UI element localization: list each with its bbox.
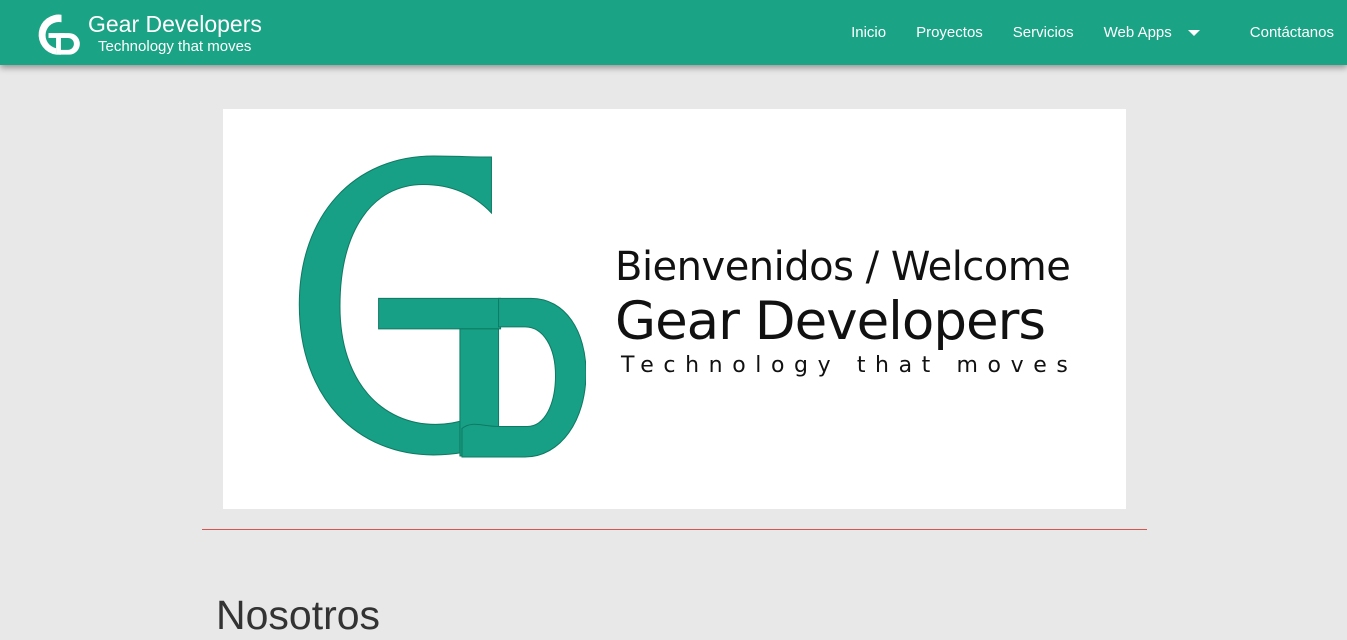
gd-large-logo-icon <box>298 155 586 458</box>
nav-item-proyectos[interactable]: Proyectos <box>901 24 998 41</box>
nav-item-web-apps-label: Web Apps <box>1103 24 1172 41</box>
banner-text: Bienvenidos / Welcome Gear Developers Te… <box>615 245 1077 378</box>
banner-tagline: Technology that moves <box>621 353 1078 378</box>
hero-banner: Bienvenidos / Welcome Gear Developers Te… <box>223 109 1126 509</box>
banner-welcome: Bienvenidos / Welcome <box>615 244 1071 290</box>
top-navbar: Gear Developers Technology that moves In… <box>0 0 1347 65</box>
nav-item-contactanos[interactable]: Contáctanos <box>1235 24 1334 41</box>
brand-tagline: Technology that moves <box>98 37 252 55</box>
main-nav: Inicio Proyectos Servicios Web Apps Cont… <box>836 0 1334 65</box>
section-divider <box>202 529 1147 530</box>
banner-title: Gear Developers <box>615 291 1046 352</box>
nav-item-inicio[interactable]: Inicio <box>836 24 901 41</box>
brand-link[interactable]: Gear Developers Technology that moves <box>28 4 262 60</box>
gd-logo-icon <box>38 14 80 55</box>
brand-title: Gear Developers <box>88 10 262 37</box>
nav-item-web-apps[interactable]: Web Apps <box>1089 24 1215 41</box>
section-title: Nosotros <box>216 592 381 638</box>
nav-item-servicios[interactable]: Servicios <box>998 24 1089 41</box>
caret-down-icon <box>1187 29 1200 36</box>
